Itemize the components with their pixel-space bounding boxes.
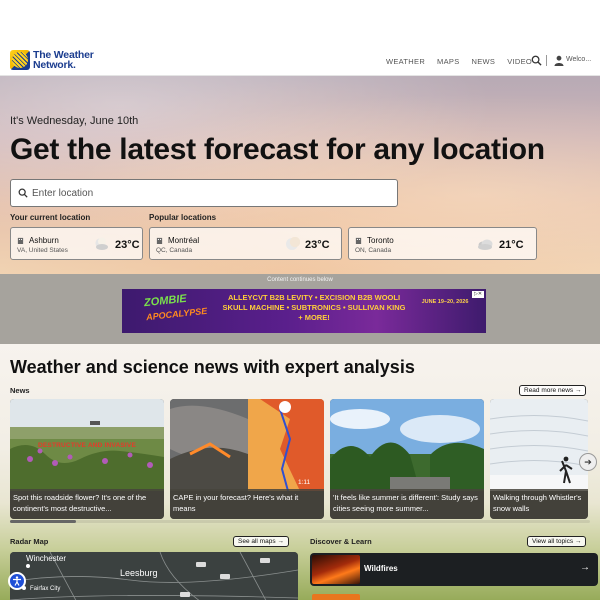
radar-map-label: Radar Map [10, 537, 49, 546]
current-date: It's Wednesday, June 10th [10, 115, 139, 127]
card-region: ON, Canada [355, 247, 392, 254]
news-section: Weather and science news with expert ana… [0, 344, 600, 600]
news-article-card[interactable]: 1:11 CAPE in your forecast? Here's what … [170, 399, 324, 519]
ad-lineup-2: SKULL MACHINE • SUBTRONICS • SULLIVAN KI… [222, 303, 406, 312]
building-icon [156, 237, 163, 244]
map-label-fairfax: Fairfax City [30, 586, 61, 592]
accessibility-icon[interactable] [8, 572, 26, 590]
news-article-card[interactable]: DESTRUCTIVE AND INVASIVE Spot this roads… [10, 399, 164, 519]
news-article-card[interactable]: 'It feels like summer is different': Stu… [330, 399, 484, 519]
location-card-toronto[interactable]: Toronto ON, Canada 21°C [348, 227, 537, 260]
header-divider [546, 55, 547, 66]
building-icon [355, 237, 362, 244]
ad-brand-bottom: APOCALYPSE [145, 305, 208, 323]
ad-dates: JUNE 19–20, 2026 [421, 299, 469, 305]
discover-learn-label: Discover & Learn [310, 537, 372, 546]
map-label-leesburg: Leesburg [120, 568, 158, 578]
ad-choices-icon[interactable]: ▷✕ [472, 291, 484, 298]
page-title: Get the latest forecast for any location [10, 133, 545, 166]
carousel-scrollbar[interactable] [10, 520, 590, 523]
topic-card-wildfires[interactable]: Wildfires → [310, 553, 598, 586]
article-image [330, 399, 484, 491]
logo-line2: Network. [33, 59, 76, 71]
topic-card-partial[interactable] [312, 594, 360, 600]
location-search-box[interactable] [10, 179, 398, 207]
popular-locations-label: Popular locations [149, 213, 217, 222]
partly-cloudy-night-icon [95, 237, 108, 250]
ad-brand-top: ZOMBIE [143, 292, 188, 310]
user-icon[interactable] [554, 55, 564, 66]
ad-lineup-1: ALLEYCVT B2B LEVITY • EXCISION B2B WOOLI [227, 293, 401, 302]
chevron-right-icon[interactable]: ➔ [579, 453, 597, 471]
topic-image [312, 555, 360, 584]
location-card-montreal[interactable]: Montréal QC, Canada 23°C [149, 227, 342, 260]
see-all-maps-button[interactable]: See all maps → [233, 536, 289, 547]
card-city: Toronto [367, 236, 394, 245]
arrow-right-icon: → [580, 562, 590, 573]
video-duration: 1:11 [298, 479, 311, 486]
card-region: QC, Canada [156, 247, 193, 254]
main-nav: WEATHER MAPS NEWS VIDEO [386, 46, 544, 76]
carousel-scroll-thumb[interactable] [10, 520, 76, 523]
accessibility-figure-icon [13, 576, 21, 586]
clear-night-icon [286, 237, 300, 250]
location-card-ashburn[interactable]: Ashburn VA, United States 23°C [10, 227, 143, 260]
site-header: The Weather Network. WEATHER MAPS NEWS V… [0, 46, 600, 76]
article-caption: Walking through Whistler's snow walls [490, 489, 588, 519]
radar-map[interactable]: Winchester Leesburg Fairfax City [10, 552, 298, 600]
view-all-topics-button[interactable]: View all topics → [527, 536, 587, 547]
card-temp: 21°C [499, 239, 524, 251]
article-caption: Spot this roadside flower? It's one of t… [10, 489, 164, 519]
card-temp: 23°C [115, 239, 140, 251]
news-section-title: Weather and science news with expert ana… [10, 357, 415, 377]
article-caption: 'It feels like summer is different': Stu… [330, 489, 484, 519]
building-icon [17, 237, 24, 244]
read-more-news-button[interactable]: Read more news → [519, 385, 587, 396]
search-icon[interactable] [531, 55, 542, 66]
card-region: VA, United States [17, 247, 68, 254]
map-label-winchester: Winchester [26, 554, 67, 563]
card-city: Montréal [168, 236, 200, 245]
news-article-card[interactable]: Walking through Whistler's snow walls [490, 399, 588, 519]
nav-maps[interactable]: MAPS [437, 57, 459, 66]
site-logo[interactable]: The Weather Network. [10, 50, 94, 70]
ad-lineup: ALLEYCVT B2B LEVITY • EXCISION B2B WOOLI… [214, 293, 414, 323]
article-overlay-text: DESTRUCTIVE AND INVASIVE [38, 442, 136, 449]
article-image [490, 399, 588, 491]
cloudy-icon [478, 239, 493, 250]
advertisement-banner[interactable]: ZOMBIE APOCALYPSE ALLEYCVT B2B LEVITY • … [122, 289, 486, 333]
logo-text: The Weather Network. [33, 50, 94, 71]
card-city: Ashburn [29, 236, 59, 245]
ad-notice: Content continues below [267, 277, 333, 283]
ad-lineup-3: + MORE! [298, 313, 330, 322]
hero-section: It's Wednesday, June 10th Get the latest… [0, 76, 600, 274]
location-search-input[interactable] [32, 187, 372, 199]
logo-icon [10, 50, 30, 70]
nav-video[interactable]: VIDEO [507, 57, 532, 66]
current-location-label: Your current location [10, 213, 91, 222]
card-temp: 23°C [305, 239, 330, 251]
ad-band: Content continues below ZOMBIE APOCALYPS… [0, 274, 600, 344]
nav-weather[interactable]: WEATHER [386, 57, 425, 66]
welcome-link[interactable]: Welco... [566, 56, 591, 63]
article-caption: CAPE in your forecast? Here's what it me… [170, 489, 324, 519]
news-label: News [10, 386, 30, 395]
top-blank-area [0, 0, 600, 46]
article-image [170, 399, 324, 491]
nav-news[interactable]: NEWS [472, 57, 496, 66]
topic-title: Wildfires [364, 564, 398, 573]
search-icon [18, 188, 28, 198]
